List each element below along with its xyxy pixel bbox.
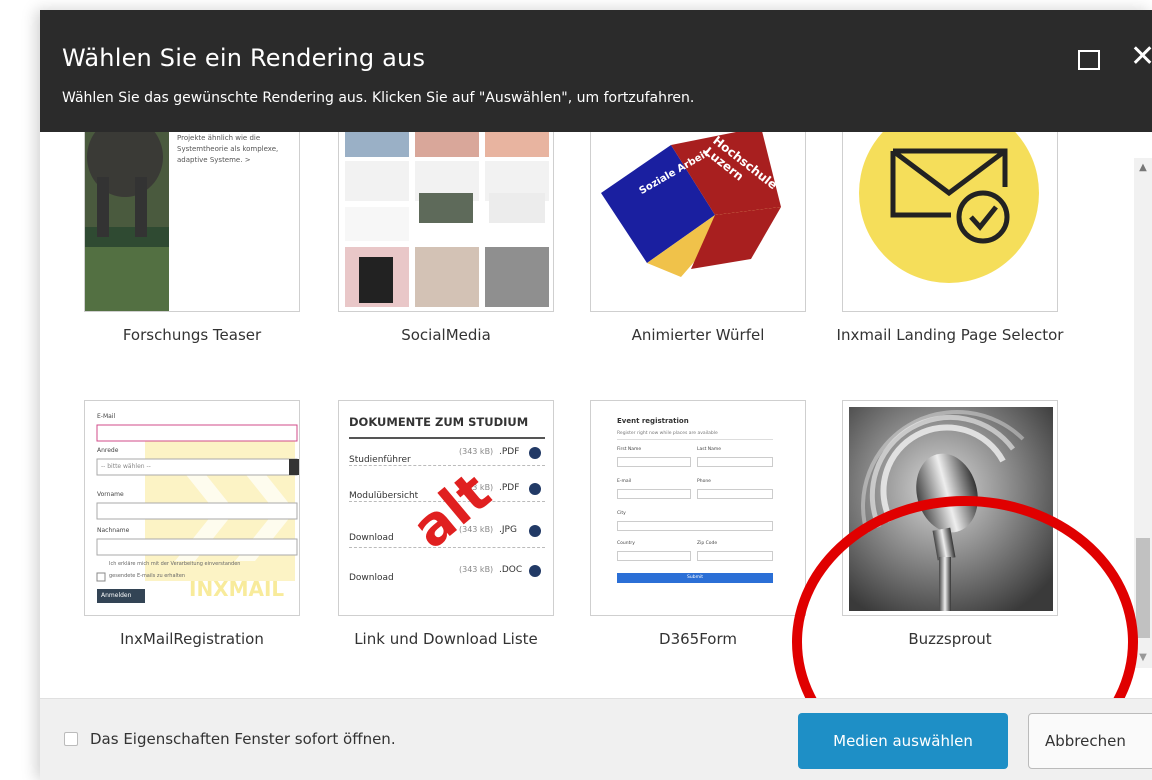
dialog-header: Wählen Sie ein Rendering aus Wählen Sie … — [40, 10, 1152, 132]
open-properties-checkbox[interactable] — [64, 732, 78, 746]
rendering-label: Buzzsprout — [908, 630, 992, 648]
form-title: Event registration — [617, 417, 689, 425]
dialog-footer: Das Eigenschaften Fenster sofort öffnen.… — [40, 698, 1152, 780]
rendering-label: Inxmail Landing Page Selector — [836, 326, 1064, 344]
rendering-thumbnail: E-Mail Anrede -- bitte wählen -- Vorname… — [84, 400, 300, 616]
rendering-thumbnail: Projekte ähnlich wie die Systemtheorie a… — [84, 132, 300, 312]
scrollbar-thumb[interactable] — [1136, 538, 1150, 638]
rendering-thumbnail: DOKUMENTE ZUM STUDIUM Studienführer (343… — [338, 400, 554, 616]
cancel-button[interactable]: Abbrechen — [1028, 713, 1152, 769]
rendering-label: Forschungs Teaser — [122, 326, 262, 344]
rendering-item-link-und-download-liste[interactable]: DOKUMENTE ZUM STUDIUM Studienführer (343… — [338, 400, 554, 690]
rendering-thumbnail: Soziale Arbeit Hochschule Luzern — [590, 132, 806, 312]
submit-label: Anmelden — [101, 592, 132, 599]
rendering-thumbnail — [842, 400, 1058, 616]
rendering-item-socialmedia[interactable]: SocialMedia — [338, 132, 554, 356]
teaser-text: Projekte ähnlich wie die Systemtheorie a… — [177, 134, 279, 164]
scrollbar[interactable]: ▲ ▼ — [1134, 158, 1152, 668]
select-media-button[interactable]: Medien auswählen — [798, 713, 1008, 769]
mail-check-icon — [859, 132, 1039, 283]
consent-text: Ich erkläre mich mit der Verarbeitung ei… — [109, 561, 241, 567]
alt-overlay-text: alt — [400, 460, 503, 561]
scroll-up-arrow-icon[interactable]: ▲ — [1134, 158, 1152, 178]
rendering-label: Link und Download Liste — [354, 630, 538, 648]
select-rendering-dialog: Wählen Sie ein Rendering aus Wählen Sie … — [40, 10, 1152, 780]
field-label: Anrede — [97, 447, 119, 454]
rendering-item-inxmailregistration[interactable]: E-Mail Anrede -- bitte wählen -- Vorname… — [84, 400, 300, 690]
inxmail-watermark: INXMAIL — [189, 577, 285, 601]
download-icon — [529, 525, 541, 537]
field-placeholder: -- bitte wählen -- — [101, 463, 151, 470]
rendering-label: InxMailRegistration — [120, 630, 264, 648]
scroll-down-arrow-icon[interactable]: ▼ — [1134, 648, 1152, 668]
field-label: E-Mail — [97, 413, 116, 420]
microphone-icon — [849, 407, 1053, 611]
rendering-thumbnail: Event registration Register right now wh… — [590, 400, 806, 616]
download-list-title: DOKUMENTE ZUM STUDIUM — [349, 415, 529, 429]
rendering-thumbnail — [842, 132, 1058, 312]
download-row: Studienführer (343 kB) .PDF — [349, 447, 545, 466]
rendering-item-buzzsprout[interactable]: Buzzsprout — [842, 400, 1058, 690]
rendering-label: D365Form — [659, 630, 737, 648]
rendering-item-d365form[interactable]: Event registration Register right now wh… — [590, 400, 806, 690]
dialog-title: Wählen Sie ein Rendering aus — [62, 44, 426, 72]
consent-text: gesendete E-mails zu erhalten — [109, 573, 186, 579]
maximize-icon[interactable] — [1078, 50, 1100, 70]
download-icon — [529, 447, 541, 459]
rendering-label: SocialMedia — [401, 326, 491, 344]
rendering-thumbnail — [338, 132, 554, 312]
rendering-item-inxmail-landing-page-selector[interactable]: Inxmail Landing Page Selector — [837, 132, 1063, 356]
field-label: Nachname — [97, 527, 130, 534]
download-icon — [529, 565, 541, 577]
close-icon[interactable]: ✕ — [1130, 42, 1152, 72]
download-icon — [529, 483, 541, 495]
dialog-subtitle: Wählen Sie das gewünschte Rendering aus.… — [62, 90, 695, 106]
field-label: Vorname — [97, 491, 124, 498]
rendering-item-animierter-wuerfel[interactable]: Soziale Arbeit Hochschule Luzern Animier… — [590, 132, 806, 356]
form-subtitle: Register right now while places are avai… — [617, 431, 718, 436]
rendering-label: Animierter Würfel — [631, 326, 765, 344]
open-properties-label: Das Eigenschaften Fenster sofort öffnen. — [90, 730, 396, 748]
rendering-grid: Projekte ähnlich wie die Systemtheorie a… — [40, 132, 1152, 698]
rendering-item-forschungs-teaser[interactable]: Projekte ähnlich wie die Systemtheorie a… — [84, 132, 300, 356]
form-submit: Submit — [617, 573, 773, 583]
download-row: Download (343 kB) .DOC — [349, 565, 545, 584]
